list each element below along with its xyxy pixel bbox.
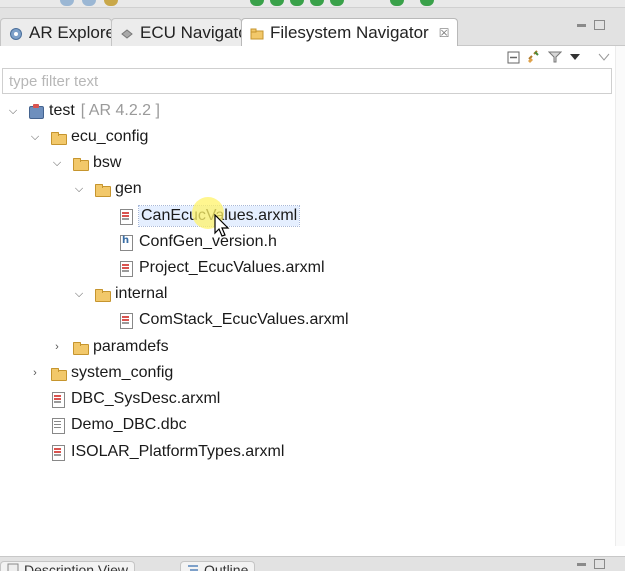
toolbar-icon[interactable] [60, 0, 74, 6]
toolbar-icon[interactable] [82, 0, 96, 6]
maximize-button[interactable] [594, 20, 605, 30]
header-file-icon [118, 234, 134, 251]
tab-label: Outline [204, 562, 249, 571]
toolbar-icon[interactable] [270, 0, 284, 6]
folder-icon [72, 339, 89, 355]
tree-node-label: gen [115, 180, 142, 197]
project-icon [28, 103, 44, 119]
view-tab-bar: AR Explorer ECU Navigator Filesystem Nav… [0, 8, 625, 46]
mouse-pointer-icon [214, 214, 230, 237]
folder-icon [94, 286, 111, 302]
main-toolbar [0, 0, 625, 8]
tree-node-project-test[interactable]: ⌵ test [ AR 4.2.2 ] [6, 98, 160, 124]
collapse-all-icon[interactable] [506, 50, 520, 64]
arxml-file-icon [118, 312, 134, 329]
tab-ecu-navigator[interactable]: ECU Navigator [111, 18, 253, 46]
tree-node-folder-bsw[interactable]: ⌵ bsw [50, 150, 121, 176]
tree-node-label: DBC_SysDesc.arxml [71, 390, 221, 407]
filesystem-navigator-icon [250, 26, 264, 40]
chevron-down-icon[interactable]: ⌵ [50, 156, 64, 170]
chevron-right-icon[interactable]: › [28, 366, 42, 380]
arxml-file-icon [118, 260, 134, 277]
dbc-file-icon [50, 417, 66, 434]
tab-label: Description View [24, 562, 129, 571]
maximize-button[interactable] [594, 559, 605, 569]
tree-node-folder-gen[interactable]: ⌵ gen [72, 176, 142, 202]
tree-node-file[interactable]: ComStack_EcucValues.arxml [118, 307, 349, 333]
tab-label: ECU Navigator [140, 22, 254, 42]
minimize-button[interactable] [574, 559, 588, 571]
tree-node-file[interactable]: Project_EcucValues.arxml [118, 255, 325, 281]
tree-node-label: Demo_DBC.dbc [71, 416, 187, 433]
vertical-scrollbar[interactable] [615, 46, 625, 546]
ar-explorer-icon [9, 26, 23, 40]
tree-node-label: ecu_config [71, 128, 149, 145]
tree-node-label: ComStack_EcucValues.arxml [139, 311, 349, 328]
outline-icon [187, 562, 199, 571]
folder-icon [50, 129, 67, 145]
tree-node-file[interactable]: Demo_DBC.dbc [50, 412, 187, 438]
toolbar-icon[interactable] [390, 0, 404, 6]
arxml-file-icon [50, 391, 66, 408]
tab-label: Filesystem Navigator [270, 22, 429, 42]
chevron-down-icon[interactable]: ⌵ [28, 130, 42, 144]
tree-node-folder-paramdefs[interactable]: › paramdefs [50, 334, 169, 360]
collapse-panel-icon[interactable] [597, 50, 611, 64]
tree-node-folder-system-config[interactable]: › system_config [28, 360, 173, 386]
toolbar-icon[interactable] [420, 0, 434, 6]
chevron-down-icon[interactable]: ⌵ [72, 287, 86, 301]
toolbar-icon[interactable] [250, 0, 264, 6]
tab-outline[interactable]: Outline [180, 561, 256, 571]
bottom-panel-tab-bar: Description View Outline [0, 556, 625, 571]
toolbar-icon[interactable] [104, 0, 118, 6]
description-view-icon [7, 562, 19, 571]
tree-node-file[interactable]: ConfGen_version.h [118, 229, 277, 255]
chevron-down-icon[interactable]: ⌵ [6, 104, 20, 118]
ecu-navigator-icon [120, 26, 134, 40]
tree-node-label: system_config [71, 364, 174, 381]
folder-icon [50, 365, 67, 381]
tree-node-folder-ecu-config[interactable]: ⌵ ecu_config [28, 124, 148, 150]
tree-node-label: internal [115, 285, 168, 302]
link-with-editor-icon[interactable] [526, 50, 540, 64]
toolbar-icon[interactable] [330, 0, 344, 6]
folder-icon [72, 155, 89, 171]
arxml-file-icon [118, 208, 134, 225]
close-icon[interactable]: ☒ [439, 26, 450, 40]
toolbar-icon[interactable] [310, 0, 324, 6]
tree-node-label: ConfGen_version.h [139, 233, 277, 250]
tree-node-label: bsw [93, 154, 122, 171]
filter-input[interactable] [2, 68, 612, 94]
tree-node-label: Project_EcucValues.arxml [139, 259, 325, 276]
tree-node-file[interactable]: DBC_SysDesc.arxml [50, 386, 220, 412]
arxml-file-icon [50, 444, 66, 461]
tree-node-label: paramdefs [93, 338, 169, 355]
folder-icon [94, 181, 111, 197]
tree-node-label: test [49, 102, 75, 119]
filter-icon[interactable] [548, 50, 562, 64]
view-toolbar [0, 46, 625, 68]
tree-node-suffix: [ AR 4.2.2 ] [80, 102, 160, 119]
chevron-down-icon[interactable]: ⌵ [72, 182, 86, 196]
tab-label: AR Explorer [29, 22, 121, 42]
tree-node-file[interactable]: ISOLAR_PlatformTypes.arxml [50, 439, 284, 465]
chevron-right-icon[interactable]: › [50, 340, 64, 354]
tree-node-label: ISOLAR_PlatformTypes.arxml [71, 443, 285, 460]
tab-description-view[interactable]: Description View [0, 561, 136, 571]
view-menu-chevron-down-icon[interactable] [568, 50, 582, 64]
tab-ar-explorer[interactable]: AR Explorer [0, 18, 121, 46]
minimize-button[interactable] [574, 20, 588, 32]
toolbar-icon[interactable] [290, 0, 304, 6]
tab-filesystem-navigator[interactable]: Filesystem Navigator ☒ [241, 18, 458, 46]
tree-node-folder-internal[interactable]: ⌵ internal [72, 281, 167, 307]
